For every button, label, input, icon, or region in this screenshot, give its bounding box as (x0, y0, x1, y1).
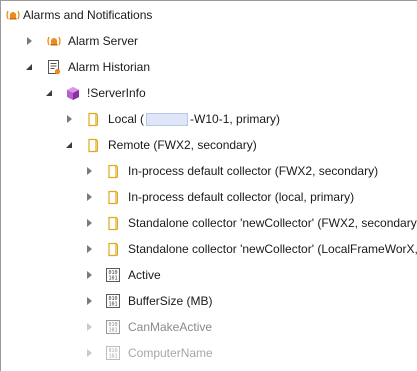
collapse-arrow-icon[interactable] (24, 62, 34, 72)
alarm-bell-icon (46, 33, 62, 49)
binary-tag-icon: 010 101 (105, 293, 121, 309)
tree-node-label: CanMakeActive (128, 320, 213, 334)
tree-node-alarm-server[interactable]: Alarm Server (1, 31, 417, 51)
tree-node-collector[interactable]: Standalone collector 'newCollector' (Loc… (1, 239, 417, 259)
svg-text:101: 101 (108, 328, 117, 334)
binary-tag-icon: 010 101 (105, 319, 121, 335)
svg-text:101: 101 (108, 354, 117, 360)
expand-arrow-icon[interactable] (64, 114, 74, 124)
folder-icon (85, 111, 101, 127)
folder-icon (105, 163, 121, 179)
tree-node-label: Remote (FWX2, secondary) (108, 138, 257, 152)
tree-node-label: Local (-W10-1, primary) (108, 112, 281, 127)
collapse-arrow-icon[interactable] (64, 140, 74, 150)
expand-arrow-icon[interactable] (84, 244, 94, 254)
expand-arrow-icon[interactable] (84, 166, 94, 176)
tree-node-property-buffersize[interactable]: 010 101 BufferSize (MB) (1, 291, 417, 311)
redacted-hostname (146, 113, 189, 127)
folder-icon (85, 137, 101, 153)
tree-node-remote[interactable]: Remote (FWX2, secondary) (1, 135, 417, 155)
alarms-tree-view: Alarms and Notifications Alarm Server Al… (0, 0, 417, 371)
expand-arrow-icon[interactable] (24, 36, 34, 46)
expand-arrow-icon[interactable] (84, 218, 94, 228)
tree-node-label: In-process default collector (local, pri… (128, 190, 355, 204)
expand-arrow-icon[interactable] (84, 322, 94, 332)
binary-tag-icon: 010 101 (105, 267, 121, 283)
tree-node-local[interactable]: Local (-W10-1, primary) (1, 109, 417, 129)
folder-icon (105, 241, 121, 257)
tree-node-label: Alarm Historian (68, 60, 151, 74)
folder-icon (105, 215, 121, 231)
tree-node-label: In-process default collector (FWX2, seco… (128, 164, 379, 178)
historian-document-icon (46, 59, 62, 75)
expand-arrow-icon[interactable] (84, 192, 94, 202)
purple-cube-icon (65, 85, 81, 101)
expand-arrow-icon[interactable] (84, 270, 94, 280)
tree-node-label: Standalone collector 'newCollector' (Loc… (128, 242, 417, 256)
tree-node-label: Alarm Server (68, 34, 139, 48)
tree-node-property-computername[interactable]: 010 101 ComputerName (1, 343, 417, 363)
tree-node-property-active[interactable]: 010 101 Active (1, 265, 417, 285)
binary-tag-icon: 010 101 (105, 345, 121, 361)
tree-node-alarms-notifications[interactable]: Alarms and Notifications (1, 5, 417, 25)
expand-arrow-icon[interactable] (84, 348, 94, 358)
tree-node-label: BufferSize (MB) (128, 294, 213, 308)
tree-node-property-canmakeactive[interactable]: 010 101 CanMakeActive (1, 317, 417, 337)
tree-node-label: !ServerInfo (87, 86, 146, 100)
folder-icon (105, 189, 121, 205)
tree-node-label: Active (128, 268, 161, 282)
svg-text:101: 101 (108, 276, 117, 282)
tree-node-label: Standalone collector 'newCollector' (FWX… (128, 216, 417, 230)
tree-node-collector[interactable]: In-process default collector (FWX2, seco… (1, 161, 417, 181)
expand-arrow-icon[interactable] (84, 296, 94, 306)
tree-node-serverinfo[interactable]: !ServerInfo (1, 83, 417, 103)
tree-node-label: ComputerName (128, 346, 213, 360)
tree-node-collector[interactable]: Standalone collector 'newCollector' (FWX… (1, 213, 417, 233)
collapse-arrow-icon[interactable] (44, 88, 54, 98)
tree-node-alarm-historian[interactable]: Alarm Historian (1, 57, 417, 77)
svg-text:101: 101 (108, 302, 117, 308)
alarm-bell-icon (5, 7, 21, 23)
tree-node-label: Alarms and Notifications (23, 8, 153, 22)
tree-node-collector[interactable]: In-process default collector (local, pri… (1, 187, 417, 207)
